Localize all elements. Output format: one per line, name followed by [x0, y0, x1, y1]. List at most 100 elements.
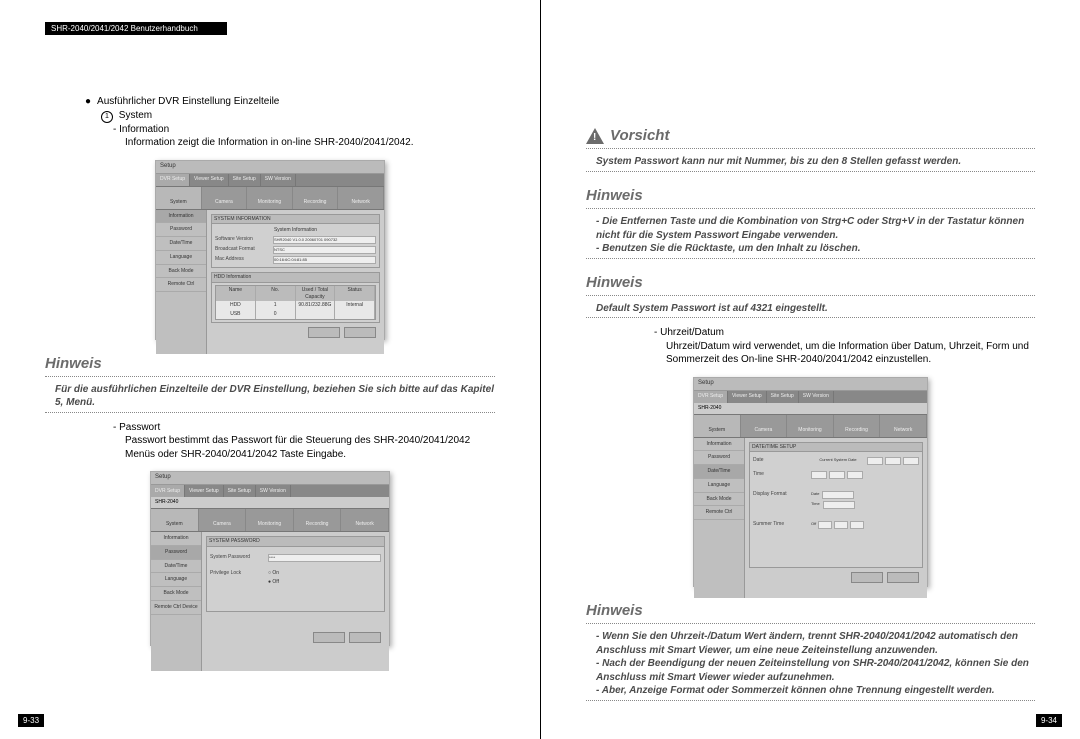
lbl: System Password [210, 554, 266, 562]
h: Status [335, 286, 375, 302]
side-language[interactable]: Language [151, 573, 201, 587]
side-backmode[interactable]: Back Mode [694, 493, 744, 507]
cancel-button[interactable] [344, 327, 376, 338]
sidebar[interactable]: Information Password Date/Time Language … [156, 210, 207, 354]
main-tabs[interactable]: DVR Setup Viewer Setup Site Setup SW Ver… [694, 391, 927, 403]
side-password[interactable]: Password [151, 546, 201, 560]
side-password[interactable]: Password [156, 223, 206, 237]
section-row[interactable]: System Camera Monitoring Recording Netwo… [151, 508, 389, 532]
sec-camera[interactable]: Camera [741, 415, 788, 437]
sec-network[interactable]: Network [338, 187, 384, 209]
tab-site-setup[interactable]: Site Setup [229, 174, 261, 186]
tab-sw-version[interactable]: SW Version [799, 391, 834, 403]
hdd-panel: HDD Information Name No. Used / Total Ca… [211, 272, 380, 323]
tab-dvr-setup[interactable]: DVR Setup [694, 391, 728, 403]
h: Name [216, 286, 256, 302]
opt: Time [811, 501, 820, 509]
time-fields[interactable] [811, 471, 919, 479]
password-field[interactable]: **** [268, 554, 381, 562]
sec-system[interactable]: System [156, 187, 202, 209]
figure-system-information: Setup DVR Setup Viewer Setup Site Setup … [45, 160, 495, 340]
dropdown[interactable]: SHR-2040 [151, 497, 389, 508]
sidebar[interactable]: Information Password Date/Time Language … [151, 532, 202, 671]
window-title: Setup [156, 161, 384, 174]
divider [586, 623, 1035, 624]
sec-monitoring[interactable]: Monitoring [787, 415, 834, 437]
side-remote[interactable]: Remote Ctrl Device [151, 601, 201, 615]
h: Used / Total Capacity [296, 286, 336, 302]
tab-viewer-setup[interactable]: Viewer Setup [728, 391, 767, 403]
radio-off[interactable]: ● Off [268, 579, 279, 586]
side-remote[interactable]: Remote Ctrl [156, 278, 206, 292]
lbl: Display Format [753, 491, 809, 499]
format-fields[interactable]: Date [811, 491, 919, 499]
opt: On [272, 570, 279, 576]
side-backmode[interactable]: Back Mode [151, 587, 201, 601]
sec-network[interactable]: Network [341, 509, 389, 531]
lbl: Privilege Lock [210, 570, 266, 577]
side-language[interactable]: Language [694, 479, 744, 493]
row-time: Time [753, 470, 919, 480]
apply-button[interactable] [313, 632, 345, 643]
date-fields[interactable]: Current System Date [811, 457, 919, 465]
cancel-button[interactable] [887, 572, 919, 583]
tab-sw-version[interactable]: SW Version [261, 174, 296, 186]
apply-button[interactable] [851, 572, 883, 583]
divider [586, 208, 1035, 209]
sec-system[interactable]: System [151, 509, 199, 531]
apply-button[interactable] [308, 327, 340, 338]
side-datetime[interactable]: Date/Time [156, 237, 206, 251]
section-row[interactable]: System Camera Monitoring Recording Netwo… [156, 186, 384, 210]
sec-camera[interactable]: Camera [199, 509, 247, 531]
side-information[interactable]: Information [694, 438, 744, 452]
c: HDD [216, 301, 256, 310]
format-fields2[interactable]: Time [811, 501, 919, 509]
side-information[interactable]: Information [156, 210, 206, 224]
panel-subtitle: System Information [215, 226, 376, 235]
sec-camera[interactable]: Camera [202, 187, 248, 209]
row-broadcast: Broadcast Format NTSC [215, 245, 376, 255]
button-row [749, 572, 923, 584]
sec-monitoring[interactable]: Monitoring [247, 187, 293, 209]
sec-recording[interactable]: Recording [293, 187, 339, 209]
tab-site-setup[interactable]: Site Setup [224, 485, 256, 497]
sec-recording[interactable]: Recording [834, 415, 881, 437]
side-information[interactable]: Information [151, 532, 201, 546]
side-datetime[interactable]: Date/Time [151, 560, 201, 574]
tab-viewer-setup[interactable]: Viewer Setup [185, 485, 224, 497]
summer-fields[interactable]: Off [811, 521, 919, 529]
tab-sw-version[interactable]: SW Version [256, 485, 291, 497]
sec-recording[interactable]: Recording [294, 509, 342, 531]
sidebar[interactable]: Information Password Date/Time Language … [694, 438, 745, 598]
datetime-label: - Uhrzeit/Datum [654, 326, 1035, 340]
password-label: - Passwort [113, 421, 495, 435]
radio-on[interactable]: ○ On [268, 570, 279, 577]
sec-monitoring[interactable]: Monitoring [246, 509, 294, 531]
tab-dvr-setup[interactable]: DVR Setup [156, 174, 190, 186]
hinweis-text: Für die ausführlichen Einzelteile der DV… [55, 383, 495, 410]
main-panel: SYSTEM PASSWORD System Password **** Pri… [202, 532, 389, 671]
side-datetime[interactable]: Date/Time [694, 465, 744, 479]
section-row[interactable]: System Camera Monitoring Recording Netwo… [694, 414, 927, 438]
dropdown[interactable]: SHR-2040 [694, 403, 927, 414]
tab-dvr-setup[interactable]: DVR Setup [151, 485, 185, 497]
side-remote[interactable]: Remote Ctrl [694, 506, 744, 520]
setup-dialog[interactable]: Setup DVR Setup Viewer Setup Site Setup … [155, 160, 385, 340]
c: 90.81/232.88G [296, 301, 336, 310]
main-tabs[interactable]: DVR Setup Viewer Setup Site Setup SW Ver… [156, 174, 384, 186]
cancel-button[interactable] [349, 632, 381, 643]
side-backmode[interactable]: Back Mode [156, 265, 206, 279]
setup-dialog[interactable]: Setup DVR Setup Viewer Setup Site Setup … [693, 377, 928, 587]
side-language[interactable]: Language [156, 251, 206, 265]
hdd-title: HDD Information [212, 273, 379, 283]
main-tabs[interactable]: DVR Setup Viewer Setup Site Setup SW Ver… [151, 485, 389, 497]
part-line: 1 System [101, 109, 495, 123]
sec-system[interactable]: System [694, 415, 741, 437]
setup-dialog[interactable]: Setup DVR Setup Viewer Setup Site Setup … [150, 471, 390, 646]
side-password[interactable]: Password [694, 451, 744, 465]
main-panel: DATE/TIME SETUP Date Current System Date [745, 438, 927, 598]
tab-viewer-setup[interactable]: Viewer Setup [190, 174, 229, 186]
sec-network[interactable]: Network [880, 415, 927, 437]
tab-site-setup[interactable]: Site Setup [767, 391, 799, 403]
header-bar: SHR-2040/2041/2042 Benutzerhandbuch [45, 22, 227, 35]
